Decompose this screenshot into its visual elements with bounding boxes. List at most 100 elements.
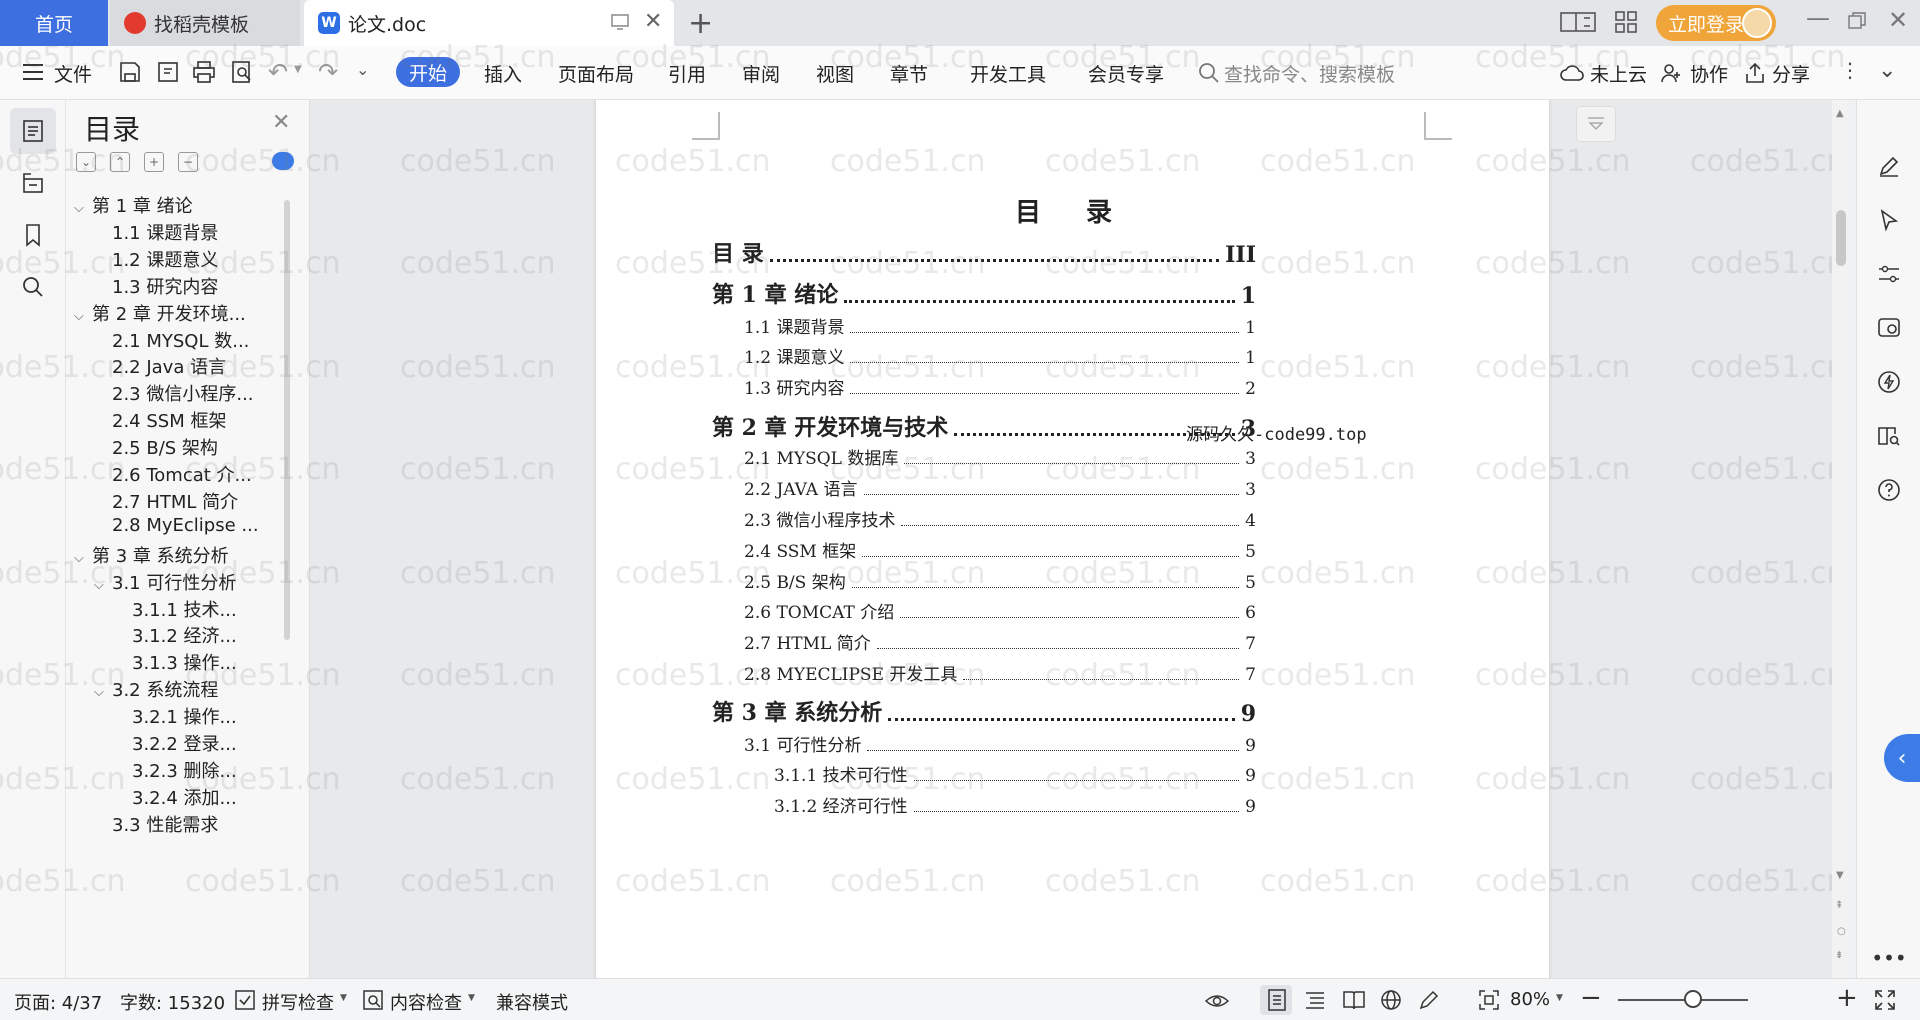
toc-scrollbar[interactable] (284, 200, 290, 640)
tab-developer[interactable]: 开发工具 (970, 60, 1046, 87)
toc-panel-item[interactable]: 2.3 微信小程序... (112, 380, 290, 410)
toc-panel-item[interactable]: 3.2.4 添加... (132, 784, 290, 814)
write-view-icon[interactable] (1418, 989, 1440, 1011)
toc-entry[interactable]: 第 3 章 系统分析 9 (712, 695, 1256, 727)
toc-entry[interactable]: 1.1 课题背景 1 (744, 313, 1256, 338)
toc-entry[interactable]: 2.5 B/S 架构 5 (744, 568, 1256, 593)
toc-entry[interactable]: 1.3 研究内容 2 (744, 374, 1256, 399)
cloud-status[interactable]: 未上云 (1590, 60, 1647, 87)
apps-grid-icon[interactable] (1614, 10, 1638, 34)
toc-panel-item[interactable]: 3.2.1 操作... (132, 703, 290, 733)
smart-toc-icon[interactable] (272, 152, 294, 170)
toc-panel-item[interactable]: 2.7 HTML 简介 (112, 488, 290, 518)
toc-panel-item[interactable]: 3.3 性能需求 (112, 811, 290, 841)
undo-icon[interactable]: ↶ (268, 58, 288, 86)
adjust-tool-button[interactable] (1873, 258, 1905, 290)
toc-entry[interactable]: 3.1.1 技术可行性 9 (774, 761, 1256, 786)
collapse-all-icon[interactable]: ⌃ (110, 152, 130, 172)
ai-tool-button[interactable] (1873, 366, 1905, 398)
toc-panel-item[interactable]: 1.2 课题意义 (112, 246, 290, 276)
remove-item-icon[interactable]: − (178, 152, 198, 172)
print-icon[interactable] (192, 60, 216, 84)
tab-page-layout[interactable]: 页面布局 (558, 60, 634, 87)
find-toggle[interactable] (10, 264, 56, 310)
toc-entry[interactable]: 2.4 SSM 框架 5 (744, 537, 1256, 562)
toc-panel-item[interactable]: 2.1 MYSQL 数... (112, 327, 290, 357)
minimize-icon[interactable]: — (1806, 4, 1830, 32)
save-icon[interactable] (118, 60, 142, 84)
toc-entry[interactable]: 2.1 MYSQL 数据库 3 (744, 444, 1256, 469)
toc-panel-item[interactable]: ⌵ 第 1 章 绪论 (74, 192, 290, 222)
zoom-dropdown-icon[interactable]: ▼ (1556, 993, 1563, 1003)
fit-page-icon[interactable] (1478, 989, 1500, 1011)
next-page-icon[interactable]: ⇟ (1835, 950, 1843, 961)
toc-panel-item[interactable]: 2.4 SSM 框架 (112, 407, 290, 437)
toc-entry[interactable]: 2.6 TOMCAT 介绍 6 (744, 598, 1256, 623)
undo-dropdown-icon[interactable]: ▼ (294, 64, 302, 75)
scroll-thumb[interactable] (1836, 210, 1846, 266)
toc-entry[interactable]: 第 1 章 绪论 1 (712, 277, 1256, 309)
toc-panel-item[interactable]: 3.1.1 技术... (132, 596, 290, 626)
help-button[interactable] (1873, 474, 1905, 506)
collab-button[interactable]: 协作 (1690, 60, 1728, 87)
document-page[interactable]: 目 录 目 录 III 第 1 章 绪论 1 1.1 课题背景 1 1.2 课题意义 1 1.3… (596, 100, 1549, 978)
toc-entry[interactable]: 2.2 JAVA 语言 3 (744, 475, 1256, 500)
page-indicator[interactable]: 页面: 4/37 (14, 989, 102, 1015)
tab-document[interactable]: W 论文.doc ✕ (304, 0, 674, 46)
layout-toggle-icon[interactable] (1560, 10, 1596, 34)
image-tool-button[interactable] (1873, 312, 1905, 344)
chevron-down-icon[interactable]: ⌵ (74, 551, 92, 566)
toc-panel-item[interactable]: 3.1.3 操作... (132, 649, 290, 679)
outline-view-icon[interactable] (1304, 989, 1326, 1011)
new-tab-icon[interactable]: + (688, 6, 713, 41)
vertical-scrollbar[interactable]: ▲ ▼ ⇞ ○ ⇟ (1832, 100, 1850, 978)
toc-entry[interactable]: 目 录 III (712, 236, 1256, 268)
toc-panel-item[interactable]: ⌵ 3.1 可行性分析 (94, 569, 290, 599)
command-search-input[interactable]: 查找命令、搜索模板 (1224, 60, 1395, 87)
zoom-slider-knob[interactable] (1684, 990, 1702, 1008)
export-pdf-icon[interactable] (156, 60, 180, 84)
toc-panel-item[interactable]: 3.1.2 经济... (132, 622, 290, 652)
toc-panel-item[interactable]: 2.8 MyEclipse ... (112, 515, 290, 545)
tab-home-ribbon[interactable]: 开始 (396, 57, 460, 87)
zoom-in-icon[interactable]: + (1836, 983, 1858, 1013)
toc-entry[interactable]: 1.2 课题意义 1 (744, 343, 1256, 368)
prev-page-icon[interactable]: ⇞ (1835, 900, 1843, 911)
menu-icon[interactable] (22, 63, 44, 81)
toc-panel-toggle[interactable] (10, 108, 56, 154)
edit-tool-button[interactable] (1873, 150, 1905, 182)
read-tool-button[interactable] (1873, 420, 1905, 452)
toc-panel-item[interactable]: ⌵ 第 2 章 开发环境... (74, 300, 290, 330)
chevron-down-icon[interactable]: ⌵ (94, 578, 112, 593)
toc-entry[interactable]: 2.3 微信小程序技术 4 (744, 506, 1256, 531)
close-tab-icon[interactable]: ✕ (644, 9, 662, 34)
toc-entry[interactable]: 2.7 HTML 简介 7 (744, 629, 1256, 654)
content-dropdown-icon[interactable]: ▼ (468, 993, 475, 1003)
toc-panel-item[interactable]: 1.3 研究内容 (112, 273, 290, 303)
scroll-down-icon[interactable]: ▼ (1836, 870, 1844, 881)
tab-home[interactable]: 首页 (0, 0, 108, 46)
restore-icon[interactable] (1848, 12, 1866, 30)
more-tools-button[interactable]: ••• (1871, 942, 1906, 974)
read-view-icon[interactable] (1342, 989, 1366, 1011)
redo-icon[interactable]: ↷ (318, 58, 338, 86)
chevron-down-icon[interactable]: ⌵ (94, 685, 112, 700)
toc-entry[interactable]: 2.8 MYECLIPSE 开发工具 7 (744, 660, 1256, 685)
toc-panel-item[interactable]: 1.1 课题背景 (112, 219, 290, 249)
more-icon[interactable]: ⋮ (1840, 58, 1860, 82)
content-check-button[interactable]: 内容检查 (390, 989, 462, 1015)
eye-protection-icon[interactable] (1204, 989, 1230, 1011)
spell-dropdown-icon[interactable]: ▼ (340, 993, 347, 1003)
tab-view[interactable]: 视图 (816, 60, 854, 87)
zoom-slider-track[interactable] (1618, 999, 1748, 1001)
tab-insert[interactable]: 插入 (484, 60, 522, 87)
web-view-icon[interactable] (1380, 989, 1402, 1011)
collapse-toolbar-button[interactable] (1576, 106, 1616, 142)
bookmark-toggle[interactable] (10, 212, 56, 258)
quick-access-dropdown-icon[interactable]: ⌄ (356, 60, 369, 79)
page-select-icon[interactable]: ○ (1837, 926, 1846, 937)
word-count[interactable]: 字数: 15320 (120, 989, 225, 1015)
monitor-icon[interactable] (610, 12, 630, 32)
tab-references[interactable]: 引用 (668, 60, 706, 87)
zoom-level[interactable]: 80% (1510, 989, 1550, 1010)
